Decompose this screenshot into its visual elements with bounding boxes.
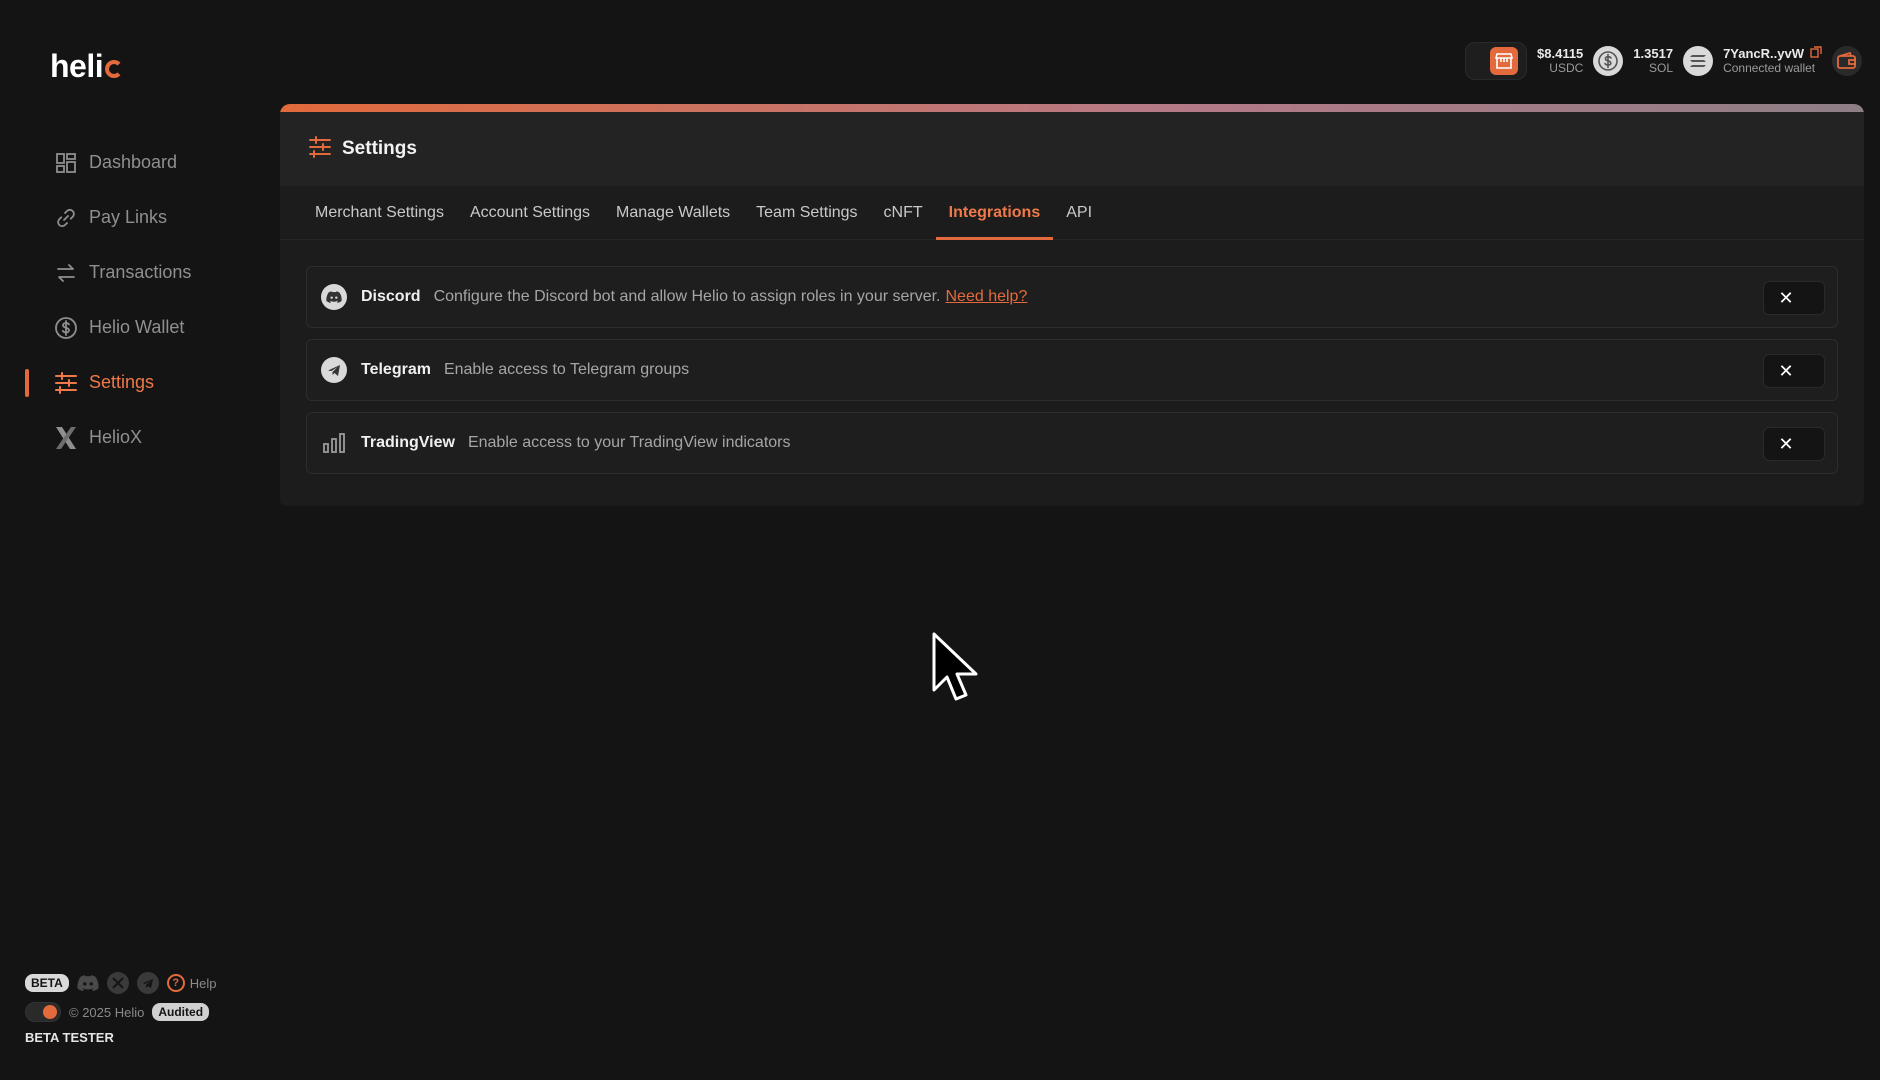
discord-toggle[interactable]: ✕ [1763, 281, 1825, 315]
usdc-value: $8.4115 [1537, 46, 1584, 61]
sidebar-item-label: Transactions [89, 262, 192, 282]
sidebar-item-label: Helio Wallet [89, 317, 185, 337]
beta-badge: BETA [25, 974, 69, 992]
tab-cnft[interactable]: cNFT [871, 186, 936, 240]
link-icon [53, 205, 79, 231]
integration-row-discord: Discord Configure the Discord bot and al… [306, 266, 1838, 328]
discord-icon [321, 284, 347, 310]
integration-description: Enable access to your TradingView indica… [467, 434, 791, 451]
integration-name: TradingView [361, 434, 455, 451]
wallet-address: 7YancR..yvW [1723, 46, 1804, 61]
tab-manage-wallets[interactable]: Manage Wallets [603, 186, 743, 240]
helio-logo[interactable]: heli [50, 48, 124, 85]
tab-integrations[interactable]: Integrations [935, 186, 1054, 240]
dollar-circle-icon [53, 315, 79, 341]
sidebar-item-heliox[interactable]: HelioX [25, 410, 240, 465]
close-icon: ✕ [1778, 433, 1794, 454]
panel-header: Settings [280, 112, 1864, 186]
wallet-info[interactable]: 7YancR..yvW Connected wallet [1723, 46, 1822, 76]
tradingview-toggle[interactable]: ✕ [1763, 427, 1825, 461]
sliders-icon [308, 135, 332, 163]
discord-icon[interactable] [77, 972, 99, 994]
theme-toggle[interactable] [25, 1002, 61, 1022]
question-icon: ? [166, 974, 185, 992]
footer-meta-row: © 2025 Helio Audited [25, 1002, 265, 1022]
sidebar-item-dashboard[interactable]: Dashboard [25, 135, 240, 190]
copyright-text: © 2025 Helio [69, 1004, 145, 1020]
sliders-icon [53, 370, 79, 396]
help-link[interactable]: ? Help [166, 974, 217, 992]
top-bar: $8.4115 USDC 1.3517 SOL 7YancR..yvW Conn… [1465, 42, 1862, 80]
dashboard-icon [53, 150, 79, 176]
usdc-coin-icon [1593, 46, 1624, 76]
logo-text: heli [50, 48, 104, 84]
copy-icon[interactable] [1810, 46, 1822, 61]
mouse-cursor-icon [930, 632, 978, 709]
integration-description: Enable access to Telegram groups [443, 361, 690, 378]
tab-team-settings[interactable]: Team Settings [743, 186, 870, 240]
sol-value: 1.3517 [1633, 46, 1674, 61]
tab-merchant-settings[interactable]: Merchant Settings [302, 186, 457, 240]
sidebar-item-settings[interactable]: Settings [25, 355, 240, 410]
sol-unit: SOL [1649, 61, 1674, 75]
tab-api[interactable]: API [1053, 186, 1105, 240]
sidebar-item-transactions[interactable]: Transactions [25, 245, 240, 300]
app-root: heli Dashboard Pay Links Transactions He… [0, 0, 1880, 1080]
bar-chart-icon [321, 430, 347, 456]
store-button[interactable] [1465, 42, 1528, 80]
sidebar-item-label: HelioX [89, 427, 143, 447]
sidebar-item-label: Dashboard [89, 152, 178, 172]
need-help-link[interactable]: Need help? [946, 288, 1028, 306]
tab-account-settings[interactable]: Account Settings [457, 186, 603, 240]
help-label: Help [189, 975, 217, 991]
audited-badge[interactable]: Audited [152, 1003, 210, 1021]
sol-coin-icon [1683, 46, 1714, 76]
page-title: Settings [342, 138, 417, 159]
sidebar-item-helio-wallet[interactable]: Helio Wallet [25, 300, 240, 355]
sidebar-item-pay-links[interactable]: Pay Links [25, 190, 240, 245]
sidebar-item-label: Pay Links [89, 207, 168, 227]
transfer-arrows-icon [53, 260, 79, 286]
sol-balance: 1.3517 SOL [1633, 46, 1673, 76]
wallet-status: Connected wallet [1723, 61, 1816, 75]
store-icon [1490, 47, 1519, 75]
x-logo-icon [53, 425, 79, 451]
integration-row-tradingview: TradingView Enable access to your Tradin… [306, 412, 1838, 474]
integration-description: Configure the Discord bot and allow Heli… [433, 288, 941, 305]
footer-links-row: BETA ? Help [25, 972, 265, 994]
sidebar-item-label: Settings [89, 372, 155, 392]
close-icon: ✕ [1778, 287, 1794, 308]
panel-accent-bar [280, 104, 1864, 112]
integration-name: Discord [361, 288, 421, 305]
user-role-label: BETA TESTER [25, 1030, 114, 1045]
telegram-toggle[interactable]: ✕ [1763, 354, 1825, 388]
wallet-button[interactable] [1832, 46, 1862, 76]
settings-tabs: Merchant Settings Account Settings Manag… [280, 186, 1864, 240]
wallet-icon [1837, 52, 1856, 69]
telegram-icon [321, 357, 347, 383]
integration-row-telegram: Telegram Enable access to Telegram group… [306, 339, 1838, 401]
usdc-balance: $8.4115 USDC [1537, 46, 1583, 76]
integration-name: Telegram [361, 361, 431, 378]
sidebar-nav: Dashboard Pay Links Transactions Helio W… [25, 135, 240, 465]
telegram-social-icon[interactable] [136, 972, 159, 994]
integrations-list: Discord Configure the Discord bot and al… [280, 240, 1864, 474]
close-icon: ✕ [1778, 360, 1794, 381]
logo-o-mark [105, 60, 124, 78]
sidebar-footer: BETA ? Help © 2025 Helio Audited BETA TE… [25, 972, 265, 1045]
settings-panel: Settings Merchant Settings Account Setti… [280, 104, 1864, 506]
x-social-icon[interactable] [106, 972, 129, 994]
usdc-unit: USDC [1549, 61, 1584, 75]
